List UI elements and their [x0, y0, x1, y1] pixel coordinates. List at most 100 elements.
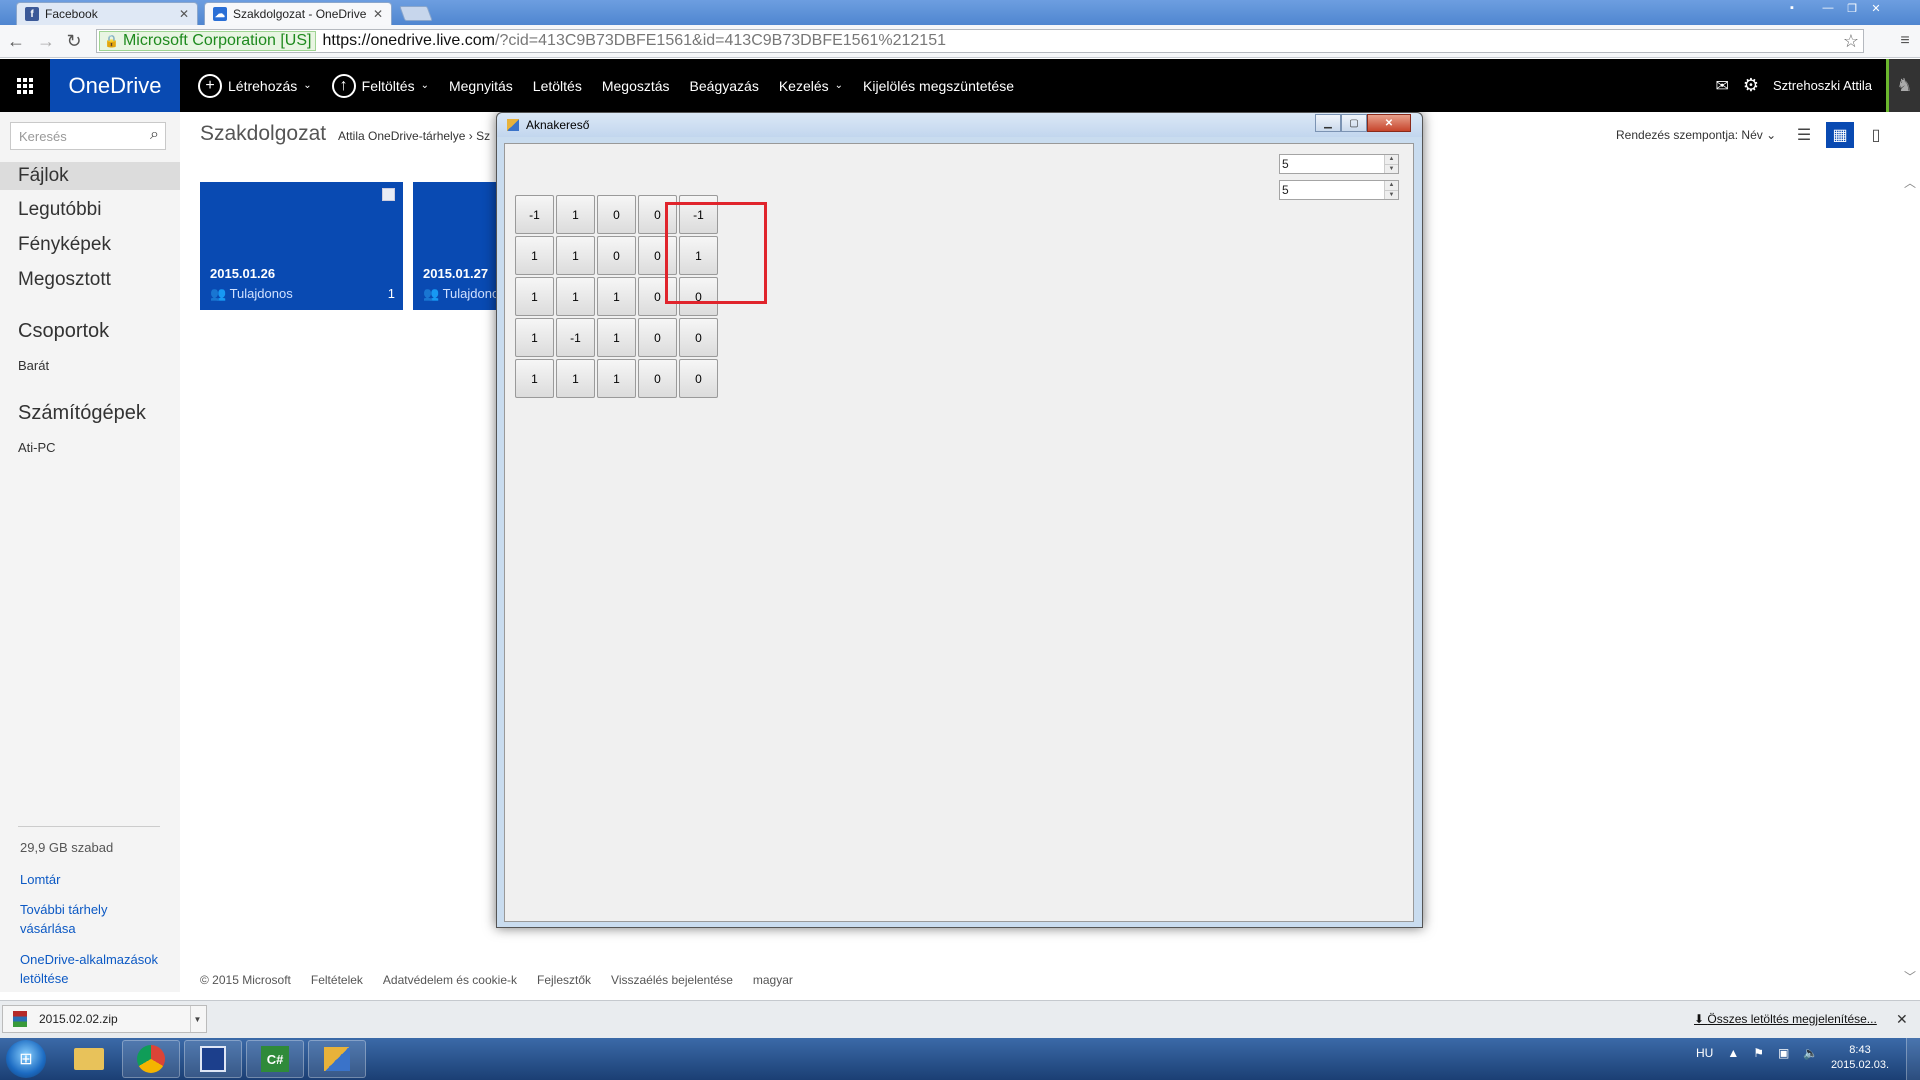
mine-cell-button[interactable]: 0 — [638, 359, 677, 398]
mine-cell-button[interactable]: 0 — [638, 195, 677, 234]
cols-spinner[interactable]: ▲ ▼ — [1384, 181, 1398, 199]
user-name[interactable]: Sztrehoszki Attila — [1773, 78, 1872, 93]
rows-numeric-input[interactable]: 5 ▲ ▼ — [1279, 154, 1399, 174]
buy-storage-link[interactable]: További tárhely vásárlása — [20, 900, 140, 938]
mine-cell-button[interactable]: 1 — [515, 236, 554, 275]
download-command[interactable]: Letöltés — [533, 78, 582, 94]
close-icon[interactable]: ✕ — [1367, 114, 1411, 132]
mine-cell-button[interactable]: 0 — [638, 277, 677, 316]
network-icon[interactable]: ▣ — [1778, 1046, 1789, 1060]
winforms-app-taskbar-button[interactable] — [308, 1040, 366, 1078]
mine-cell-button[interactable]: 1 — [515, 277, 554, 316]
minimize-icon[interactable]: — — [1816, 0, 1840, 16]
chevron-down-icon[interactable]: ▼ — [190, 1006, 204, 1032]
mine-cell-button[interactable]: -1 — [515, 195, 554, 234]
nav-item-photos[interactable]: Fényképek — [0, 231, 180, 259]
spin-up-icon[interactable]: ▲ — [1385, 181, 1398, 190]
tiles-view-icon[interactable]: ▦ — [1826, 122, 1854, 148]
spin-up-icon[interactable]: ▲ — [1385, 155, 1398, 164]
onedrive-brand[interactable]: OneDrive — [50, 59, 180, 112]
mine-cell-button[interactable]: 1 — [556, 277, 595, 316]
pc-item[interactable]: Ati-PC — [18, 440, 56, 455]
group-item[interactable]: Barát — [18, 358, 49, 373]
cols-numeric-input[interactable]: 5 ▲ ▼ — [1279, 180, 1399, 200]
user-menu[interactable]: ▪ — [1780, 0, 1804, 18]
groups-heading[interactable]: Csoportok — [18, 320, 109, 343]
chrome-taskbar-button[interactable] — [122, 1040, 180, 1078]
clock[interactable]: 8:43 2015.02.03. — [1830, 1043, 1890, 1073]
address-bar[interactable]: 🔒 Microsoft Corporation [US] https://one… — [96, 29, 1864, 53]
rows-spinner[interactable]: ▲ ▼ — [1384, 155, 1398, 173]
search-icon[interactable]: ⌕ — [150, 126, 159, 144]
save-app-taskbar-button[interactable] — [184, 1040, 242, 1078]
developers-link[interactable]: Fejlesztők — [537, 973, 591, 987]
breadcrumb-current[interactable]: Sz — [476, 129, 490, 143]
scroll-down-icon[interactable]: ﹀ — [1904, 968, 1916, 985]
window-titlebar[interactable]: Aknakereső ▁ ▢ ✕ — [497, 113, 1422, 137]
nav-item-shared[interactable]: Megosztott — [0, 266, 180, 294]
forward-arrow-icon[interactable]: → — [34, 29, 58, 53]
sort-dropdown[interactable]: Rendezés szempontja: Név ⌄ — [1616, 128, 1776, 142]
download-item[interactable]: 2015.02.02.zip ▼ — [2, 1005, 207, 1033]
folder-tile[interactable]: 2015.01.26 👥 Tulajdonos 1 — [200, 182, 403, 310]
pcs-heading[interactable]: Számítógépek — [18, 402, 146, 425]
mine-cell-button[interactable]: 0 — [679, 318, 718, 357]
recycle-bin-link[interactable]: Lomtár — [20, 870, 60, 889]
bookmark-star-icon[interactable]: ☆ — [1843, 31, 1859, 52]
app-launcher-button[interactable] — [0, 59, 50, 112]
get-apps-link[interactable]: OneDrive-alkalmazások letöltése — [20, 950, 170, 988]
avatar[interactable]: ♞ — [1886, 59, 1920, 112]
reload-icon[interactable]: ↻ — [62, 29, 86, 53]
search-input[interactable]: Keresés ⌕ — [10, 122, 166, 150]
close-tab-icon[interactable]: ✕ — [179, 7, 189, 21]
tab-onedrive[interactable]: ☁ Szakdolgozat - OneDrive ✕ — [204, 2, 392, 25]
maximize-icon[interactable]: ▢ — [1341, 114, 1367, 132]
start-button[interactable]: ⊞ — [6, 1040, 46, 1078]
mine-cell-button[interactable]: 1 — [515, 359, 554, 398]
explorer-taskbar-button[interactable] — [60, 1040, 118, 1078]
embed-command[interactable]: Beágyazás — [690, 78, 759, 94]
nav-item-recent[interactable]: Legutóbbi — [0, 196, 180, 224]
open-command[interactable]: Megnyitás — [449, 78, 513, 94]
mine-cell-button[interactable]: 0 — [638, 318, 677, 357]
details-pane-icon[interactable]: ▯ — [1862, 122, 1890, 148]
tab-facebook[interactable]: f Facebook ✕ — [16, 2, 198, 25]
minimize-icon[interactable]: ▁ — [1315, 114, 1341, 132]
back-arrow-icon[interactable]: ← — [4, 29, 28, 53]
tile-checkbox[interactable] — [382, 188, 395, 201]
action-center-flag-icon[interactable]: ⚑ — [1753, 1046, 1764, 1060]
mine-cell-button[interactable]: 1 — [597, 277, 636, 316]
mine-cell-button[interactable]: 1 — [597, 318, 636, 357]
mine-cell-button[interactable]: 0 — [597, 195, 636, 234]
terms-link[interactable]: Feltételek — [311, 973, 363, 987]
ev-certificate-badge[interactable]: 🔒 Microsoft Corporation [US] — [99, 31, 317, 51]
chrome-menu-icon[interactable]: ≡ — [1894, 29, 1916, 53]
language-link[interactable]: magyar — [753, 973, 793, 987]
volume-icon[interactable]: 🔈 — [1803, 1046, 1818, 1060]
mine-cell-button[interactable]: 0 — [597, 236, 636, 275]
manage-command[interactable]: Kezelés ⌄ — [779, 78, 843, 94]
feedback-icon[interactable]: ✉ — [1715, 76, 1728, 96]
maximize-icon[interactable]: ❐ — [1840, 0, 1864, 16]
mine-cell-button[interactable]: -1 — [679, 195, 718, 234]
scroll-up-icon[interactable]: ︿ — [1904, 174, 1916, 191]
mine-cell-button[interactable]: 1 — [515, 318, 554, 357]
new-tab-button[interactable] — [399, 6, 433, 21]
nav-item-files[interactable]: Fájlok — [0, 162, 180, 190]
close-icon[interactable]: ✕ — [1864, 0, 1888, 16]
privacy-link[interactable]: Adatvédelem és cookie-k — [383, 973, 517, 987]
close-tab-icon[interactable]: ✕ — [373, 7, 383, 21]
upload-command[interactable]: ↑ Feltöltés ⌄ — [331, 73, 429, 98]
show-all-downloads-link[interactable]: ⬇ Összes letöltés megjelenítése... — [1694, 1012, 1877, 1026]
share-command[interactable]: Megosztás — [602, 78, 670, 94]
mine-cell-button[interactable]: 1 — [679, 236, 718, 275]
tray-expand-icon[interactable]: ▲ — [1727, 1046, 1739, 1060]
report-abuse-link[interactable]: Visszaélés bejelentése — [611, 973, 733, 987]
create-command[interactable]: + Létrehozás ⌄ — [198, 73, 312, 98]
spin-down-icon[interactable]: ▼ — [1385, 189, 1398, 199]
clear-selection-command[interactable]: Kijelölés megszüntetése — [863, 78, 1014, 94]
breadcrumb-root[interactable]: Attila OneDrive-tárhelye — [338, 129, 465, 143]
close-icon[interactable]: ✕ — [1896, 1011, 1908, 1028]
mine-cell-button[interactable]: 0 — [679, 359, 718, 398]
mine-cell-button[interactable]: 1 — [556, 359, 595, 398]
